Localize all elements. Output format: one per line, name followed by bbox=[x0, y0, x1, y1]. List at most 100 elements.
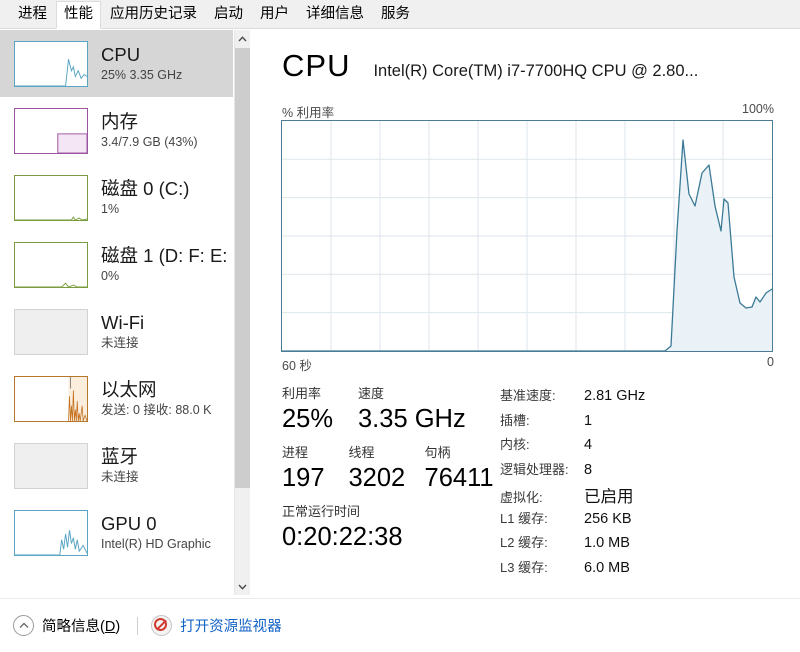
sidebar-item-bluetooth-title: 蓝牙 bbox=[101, 446, 139, 467]
spec-sockets-value: 1 bbox=[584, 412, 593, 429]
stats-left-column: 利用率 25% 速度 3.35 GHz 进程 197 线程 3202 句柄 76… bbox=[282, 385, 512, 553]
y-axis-label: % 利用率 bbox=[282, 106, 335, 120]
sidebar-item-gpu0-sub: Intel(R) HD Graphic bbox=[101, 537, 211, 551]
spec-virtualization-label: 虚拟化: bbox=[500, 490, 543, 505]
stat-handles-label: 句柄 bbox=[424, 445, 451, 460]
sidebar-item-disk1-sub: 0% bbox=[101, 269, 120, 283]
stat-threads-value: 3202 bbox=[348, 464, 406, 492]
spec-base-speed-value: 2.81 GHz bbox=[584, 388, 646, 404]
stat-processes: 进程 197 bbox=[282, 444, 348, 494]
spec-base-speed-label: 基准速度: bbox=[500, 388, 556, 403]
stat-speed-value: 3.35 GHz bbox=[358, 405, 466, 433]
sidebar-item-disk1-text: 磁盘 1 (D: F: E: 0% bbox=[101, 244, 227, 285]
spec-virtualization: 虚拟化: 已启用 bbox=[500, 483, 800, 508]
sidebar-item-gpu0-title: GPU 0 bbox=[101, 513, 157, 534]
spec-virtualization-value: 已启用 bbox=[584, 488, 634, 506]
spec-cores: 内核: 4 bbox=[500, 434, 800, 459]
sidebar-item-disk0-text: 磁盘 0 (C:) 1% bbox=[101, 177, 189, 218]
tab-startup[interactable]: 启动 bbox=[206, 1, 251, 28]
scrollbar-thumb[interactable] bbox=[235, 48, 250, 488]
sidebar-item-disk0[interactable]: 磁盘 0 (C:) 1% bbox=[0, 164, 233, 231]
sidebar-item-cpu[interactable]: CPU 25% 3.35 GHz bbox=[0, 30, 233, 97]
x-axis-right-label: 0 bbox=[767, 355, 774, 369]
sidebar-item-wifi[interactable]: Wi-Fi 未连接 bbox=[0, 298, 233, 365]
chevron-up-icon bbox=[238, 35, 247, 41]
sidebar-item-memory[interactable]: 内存 3.4/7.9 GB (43%) bbox=[0, 97, 233, 164]
spec-cores-label: 内核: bbox=[500, 437, 530, 452]
stats-row-uptime: 正常运行时间 0:20:22:38 bbox=[282, 503, 512, 553]
sidebar-item-cpu-sub: 25% 3.35 GHz bbox=[101, 68, 183, 82]
stat-threads-label: 线程 bbox=[348, 445, 375, 460]
scroll-up-button[interactable] bbox=[235, 30, 250, 47]
tab-performance[interactable]: 性能 bbox=[56, 1, 101, 29]
stat-processes-label: 进程 bbox=[282, 445, 309, 460]
stat-handles-value: 76411 bbox=[424, 464, 494, 492]
sidebar-item-memory-text: 内存 3.4/7.9 GB (43%) bbox=[101, 110, 198, 151]
memory-thumbnail bbox=[14, 107, 88, 154]
detail-header: CPU Intel(R) Core(TM) i7-7700HQ CPU @ 2.… bbox=[282, 48, 792, 84]
spec-l1-cache-label: L1 缓存: bbox=[500, 510, 548, 526]
fewer-details-button[interactable]: 简略信息(D) bbox=[13, 615, 120, 636]
sidebar-item-wifi-title: Wi-Fi bbox=[101, 312, 145, 333]
stat-speed: 速度 3.35 GHz bbox=[358, 385, 508, 435]
fewer-details-text-close: ) bbox=[115, 619, 121, 635]
tab-services[interactable]: 服务 bbox=[373, 1, 418, 28]
open-resource-monitor-link[interactable]: 打开资源监视器 bbox=[151, 615, 282, 636]
sidebar-item-disk1[interactable]: 磁盘 1 (D: F: E: 0% bbox=[0, 231, 233, 298]
spec-cores-value: 4 bbox=[584, 437, 593, 453]
stat-speed-label: 速度 bbox=[358, 386, 385, 401]
sidebar-item-memory-title: 内存 bbox=[101, 111, 139, 132]
sidebar-item-ethernet[interactable]: 以太网 发送: 0 接收: 88.0 K bbox=[0, 365, 233, 432]
tab-app-history[interactable]: 应用历史记录 bbox=[102, 1, 205, 28]
spec-logical-processors-value: 8 bbox=[584, 461, 593, 478]
stat-utilization-label: 利用率 bbox=[282, 386, 322, 401]
tab-processes[interactable]: 进程 bbox=[10, 1, 55, 28]
ethernet-thumbnail bbox=[14, 375, 88, 422]
cpu-graph-svg bbox=[282, 121, 772, 351]
fewer-details-accesskey: D bbox=[104, 619, 116, 635]
stat-threads: 线程 3202 bbox=[348, 444, 424, 494]
status-bar-divider bbox=[137, 616, 139, 635]
stat-uptime-value: 0:20:22:38 bbox=[282, 523, 403, 551]
y-axis-max: 100% bbox=[742, 102, 774, 116]
sidebar-item-bluetooth-text: 蓝牙 未连接 bbox=[101, 445, 139, 486]
spec-l3-cache-value: 6.0 MB bbox=[584, 559, 630, 576]
sidebar-scrollbar[interactable] bbox=[234, 30, 250, 595]
spec-l2-cache-label: L2 缓存: bbox=[500, 535, 548, 550]
sidebar-item-ethernet-sub: 发送: 0 接收: 88.0 K bbox=[101, 403, 212, 417]
sidebar-item-gpu0-text: GPU 0 Intel(R) HD Graphic bbox=[101, 512, 211, 553]
spec-logical-processors: 逻辑处理器: 8 bbox=[500, 459, 800, 484]
bluetooth-thumbnail bbox=[14, 442, 88, 489]
detail-pane: CPU Intel(R) Core(TM) i7-7700HQ CPU @ 2.… bbox=[252, 30, 800, 595]
spec-sockets-label: 插槽: bbox=[500, 412, 530, 428]
stat-processes-value: 197 bbox=[282, 464, 325, 492]
graph-axis-labels: % 利用率 100% bbox=[282, 102, 774, 121]
graph-time-labels: 60 秒 0 bbox=[282, 355, 774, 374]
scroll-down-button[interactable] bbox=[235, 578, 250, 595]
sidebar-item-wifi-text: Wi-Fi 未连接 bbox=[101, 311, 144, 352]
open-resource-monitor-label: 打开资源监视器 bbox=[180, 619, 282, 635]
stat-uptime-label: 正常运行时间 bbox=[282, 504, 361, 519]
stats-row-utilization-speed: 利用率 25% 速度 3.35 GHz bbox=[282, 385, 512, 435]
sidebar-item-disk1-title: 磁盘 1 (D: F: E: bbox=[101, 245, 228, 266]
stat-uptime: 正常运行时间 0:20:22:38 bbox=[282, 503, 403, 553]
tab-strip: 进程 性能 应用历史记录 启动 用户 详细信息 服务 bbox=[0, 0, 800, 29]
sidebar-item-bluetooth[interactable]: 蓝牙 未连接 bbox=[0, 432, 233, 499]
page-title: CPU bbox=[282, 48, 351, 83]
cpu-model-name: Intel(R) Core(TM) i7-7700HQ CPU @ 2.80..… bbox=[373, 62, 699, 80]
spec-base-speed: 基准速度: 2.81 GHz bbox=[500, 385, 800, 410]
fewer-details-text: 简略信息( bbox=[42, 619, 105, 635]
tab-users[interactable]: 用户 bbox=[252, 1, 297, 28]
disk0-thumbnail bbox=[14, 174, 88, 221]
spec-l2-cache-value: 1.0 MB bbox=[584, 535, 630, 551]
cpu-utilization-graph[interactable] bbox=[281, 120, 773, 352]
wifi-thumbnail bbox=[14, 308, 88, 355]
sidebar-item-memory-sub: 3.4/7.9 GB (43%) bbox=[101, 135, 198, 149]
resource-monitor-icon bbox=[151, 615, 173, 636]
gpu0-thumbnail bbox=[14, 509, 88, 556]
spec-l3-cache-label: L3 缓存: bbox=[500, 559, 548, 575]
sidebar-item-ethernet-text: 以太网 发送: 0 接收: 88.0 K bbox=[101, 378, 211, 419]
sidebar-item-gpu0[interactable]: GPU 0 Intel(R) HD Graphic bbox=[0, 499, 233, 566]
task-manager-window: 进程 性能 应用历史记录 启动 用户 详细信息 服务 CPU 25% 3.35 … bbox=[0, 0, 800, 652]
tab-details[interactable]: 详细信息 bbox=[298, 1, 372, 28]
